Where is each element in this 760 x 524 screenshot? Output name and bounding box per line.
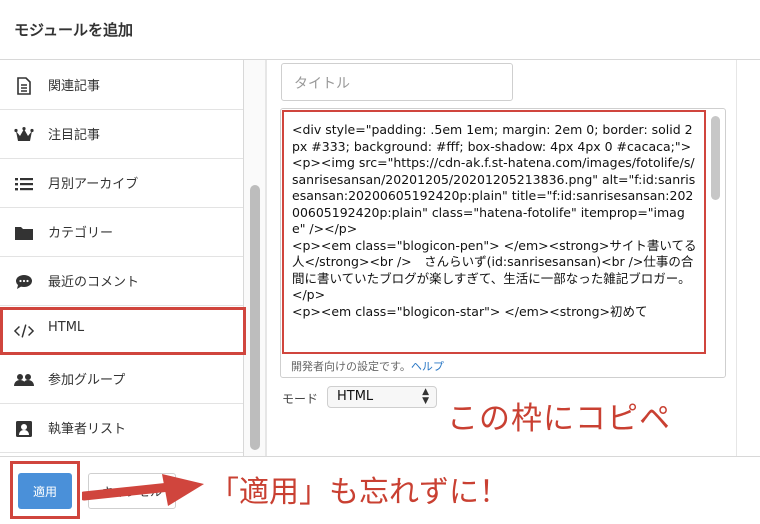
sidebar-item-label: 月別アーカイブ [48,177,139,192]
crown-icon [14,126,34,144]
group-icon [14,371,34,389]
apply-highlight-box [10,461,80,519]
mode-select[interactable]: HTML ▲ ▼ [327,386,437,408]
sidebar-item-related-articles[interactable]: 関連記事 [0,61,243,110]
title-input[interactable]: タイトル [281,63,513,101]
code-scrollbar-thumb[interactable] [711,116,720,200]
html-code-content[interactable]: <div style="padding: .5em 1em; margin: 2… [292,122,697,320]
list-icon [14,175,34,193]
sidebar-item-label: 参加グループ [48,373,126,388]
module-sidebar: 関連記事 注目記事 月別アーカイブ カテゴリー 最近のコメント HTML 参加グ… [0,60,244,456]
developer-note: 開発者向けの設定です。ヘルプ [291,358,444,374]
annotation-dont-forget-apply: 「適用」も忘れずに！ [209,475,509,510]
document-icon [14,77,34,95]
html-item-highlight-box [0,307,246,355]
sidebar-item-label: 最近のコメント [48,275,140,290]
sidebar-item-label: 関連記事 [48,79,101,94]
annotation-copy-here: この枠にコピペ [447,401,671,437]
developer-note-text: 開発者向けの設定です。 [291,360,411,373]
sidebar-item-authors[interactable]: 執筆者リスト [0,404,243,453]
sidebar-item-monthly-archive[interactable]: 月別アーカイブ [0,159,243,208]
folder-icon [14,224,34,242]
sidebar-item-recent-comments[interactable]: 最近のコメント [0,257,243,306]
dialog-header: モジュールを追加 [0,0,760,60]
sidebar-item-featured-articles[interactable]: 注目記事 [0,110,243,159]
sidebar-item-label: 注目記事 [48,128,101,143]
contact-card-icon [14,420,34,438]
mode-label: モード [282,392,319,406]
sidebar-item-groups[interactable]: 参加グループ [0,355,243,404]
sidebar-item-label: カテゴリー [48,226,114,241]
code-highlight-box: <div style="padding: .5em 1em; margin: 2… [282,110,706,354]
sidebar-scrollbar-thumb[interactable] [250,185,260,450]
sidebar-item-label: 執筆者リスト [48,422,127,437]
comment-icon [14,273,34,291]
mode-select-value: HTML [337,389,374,404]
dialog-title: モジュールを追加 [14,21,133,39]
help-link[interactable]: ヘルプ [411,360,444,373]
select-arrows-icon: ▲ ▼ [422,387,429,406]
sidebar-item-category[interactable]: カテゴリー [0,208,243,257]
annotation-arrow [82,474,204,506]
panel-right-gutter [736,60,760,456]
